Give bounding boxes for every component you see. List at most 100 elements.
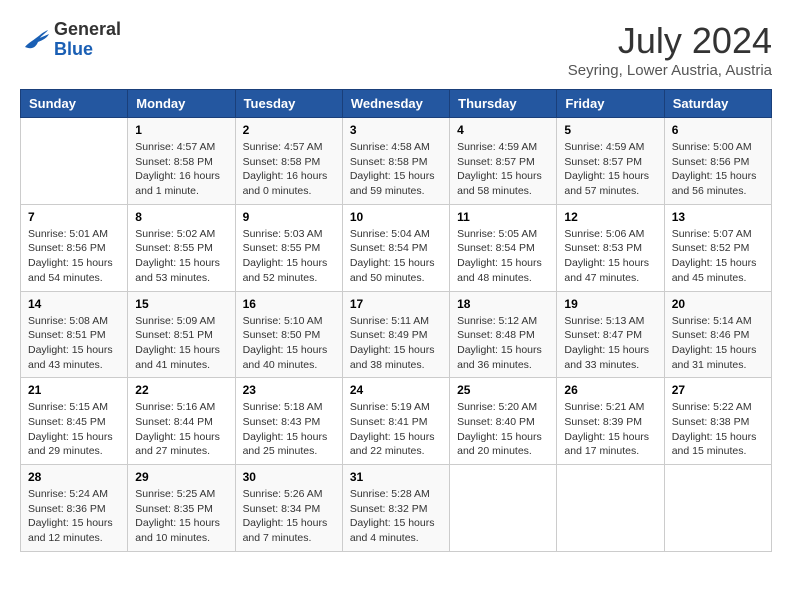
- day-number: 29: [135, 470, 227, 484]
- calendar-cell: 10Sunrise: 5:04 AM Sunset: 8:54 PM Dayli…: [342, 204, 449, 291]
- calendar-week-row: 14 Sunrise: 5:08 AM Sunset: 8:51 PM Dayli…: [21, 291, 772, 378]
- day-number: 11: [457, 210, 549, 224]
- calendar-cell: [664, 465, 771, 552]
- day-info: Sunrise: 5:12 AM Sunset: 8:48 PM Dayligh…: [457, 314, 549, 373]
- day-number: 21: [28, 383, 120, 397]
- day-info: Sunrise: 5:03 AM Sunset: 8:55 PM Dayligh…: [243, 227, 335, 286]
- day-info: Sunrise: 4:59 AM Sunset: 8:57 PM Dayligh…: [457, 140, 549, 199]
- day-number: 1: [135, 123, 227, 137]
- day-number: 24: [350, 383, 442, 397]
- day-info: Sunrise: 5:14 AM Sunset: 8:46 PM Dayligh…: [672, 314, 764, 373]
- day-number: 30: [243, 470, 335, 484]
- logo-general-text: General: [54, 20, 121, 40]
- calendar-cell: 19 Sunrise: 5:13 AM Sunset: 8:47 PM Dayli…: [557, 291, 664, 378]
- day-info: Sunrise: 5:21 AM Sunset: 8:39 PM Dayligh…: [564, 400, 656, 459]
- calendar-cell: 26 Sunrise: 5:21 AM Sunset: 8:39 PM Dayli…: [557, 378, 664, 465]
- day-number: 16: [243, 297, 335, 311]
- column-header-wednesday: Wednesday: [342, 90, 449, 118]
- calendar-cell: 2 Sunrise: 4:57 AM Sunset: 8:58 PM Daylig…: [235, 118, 342, 205]
- day-info: Sunrise: 5:28 AM Sunset: 8:32 PM Dayligh…: [350, 487, 442, 546]
- calendar-body: 1 Sunrise: 4:57 AM Sunset: 8:58 PM Daylig…: [21, 118, 772, 552]
- calendar-cell: 24 Sunrise: 5:19 AM Sunset: 8:41 PM Dayli…: [342, 378, 449, 465]
- calendar-cell: 23 Sunrise: 5:18 AM Sunset: 8:43 PM Dayli…: [235, 378, 342, 465]
- day-info: Sunrise: 4:59 AM Sunset: 8:57 PM Dayligh…: [564, 140, 656, 199]
- day-info: Sunrise: 5:18 AM Sunset: 8:43 PM Dayligh…: [243, 400, 335, 459]
- calendar-cell: 4 Sunrise: 4:59 AM Sunset: 8:57 PM Daylig…: [450, 118, 557, 205]
- day-number: 3: [350, 123, 442, 137]
- calendar-cell: 14 Sunrise: 5:08 AM Sunset: 8:51 PM Dayli…: [21, 291, 128, 378]
- calendar-cell: 30Sunrise: 5:26 AM Sunset: 8:34 PM Dayli…: [235, 465, 342, 552]
- calendar-cell: 29 Sunrise: 5:25 AM Sunset: 8:35 PM Dayli…: [128, 465, 235, 552]
- day-number: 26: [564, 383, 656, 397]
- calendar-cell: 25Sunrise: 5:20 AM Sunset: 8:40 PM Dayli…: [450, 378, 557, 465]
- calendar-cell: 11Sunrise: 5:05 AM Sunset: 8:54 PM Dayli…: [450, 204, 557, 291]
- day-number: 28: [28, 470, 120, 484]
- day-number: 6: [672, 123, 764, 137]
- day-number: 20: [672, 297, 764, 311]
- calendar-cell: [557, 465, 664, 552]
- calendar-cell: [21, 118, 128, 205]
- calendar-cell: 20 Sunrise: 5:14 AM Sunset: 8:46 PM Dayli…: [664, 291, 771, 378]
- day-info: Sunrise: 5:09 AM Sunset: 8:51 PM Dayligh…: [135, 314, 227, 373]
- day-info: Sunrise: 4:57 AM Sunset: 8:58 PM Dayligh…: [135, 140, 227, 199]
- calendar-cell: 16 Sunrise: 5:10 AM Sunset: 8:50 PM Dayli…: [235, 291, 342, 378]
- column-header-sunday: Sunday: [21, 90, 128, 118]
- day-number: 5: [564, 123, 656, 137]
- day-info: Sunrise: 5:10 AM Sunset: 8:50 PM Dayligh…: [243, 314, 335, 373]
- day-info: Sunrise: 4:57 AM Sunset: 8:58 PM Dayligh…: [243, 140, 335, 199]
- calendar-cell: 7 Sunrise: 5:01 AM Sunset: 8:56 PM Daylig…: [21, 204, 128, 291]
- page-header: General Blue July 2024 Seyring, Lower Au…: [20, 20, 772, 79]
- day-number: 13: [672, 210, 764, 224]
- month-year-heading: July 2024: [568, 20, 772, 62]
- day-number: 9: [243, 210, 335, 224]
- calendar-cell: 28Sunrise: 5:24 AM Sunset: 8:36 PM Dayli…: [21, 465, 128, 552]
- day-info: Sunrise: 5:06 AM Sunset: 8:53 PM Dayligh…: [564, 227, 656, 286]
- day-number: 15: [135, 297, 227, 311]
- day-number: 17: [350, 297, 442, 311]
- day-info: Sunrise: 5:01 AM Sunset: 8:56 PM Dayligh…: [28, 227, 120, 286]
- day-number: 19: [564, 297, 656, 311]
- day-info: Sunrise: 5:19 AM Sunset: 8:41 PM Dayligh…: [350, 400, 442, 459]
- calendar-cell: 18 Sunrise: 5:12 AM Sunset: 8:48 PM Dayli…: [450, 291, 557, 378]
- calendar-week-row: 1 Sunrise: 4:57 AM Sunset: 8:58 PM Daylig…: [21, 118, 772, 205]
- calendar-cell: 15 Sunrise: 5:09 AM Sunset: 8:51 PM Dayli…: [128, 291, 235, 378]
- calendar-cell: 9 Sunrise: 5:03 AM Sunset: 8:55 PM Daylig…: [235, 204, 342, 291]
- day-info: Sunrise: 5:15 AM Sunset: 8:45 PM Dayligh…: [28, 400, 120, 459]
- day-number: 7: [28, 210, 120, 224]
- day-info: Sunrise: 5:20 AM Sunset: 8:40 PM Dayligh…: [457, 400, 549, 459]
- day-number: 2: [243, 123, 335, 137]
- calendar-cell: 8Sunrise: 5:02 AM Sunset: 8:55 PM Daylig…: [128, 204, 235, 291]
- day-number: 22: [135, 383, 227, 397]
- calendar-cell: 5 Sunrise: 4:59 AM Sunset: 8:57 PM Daylig…: [557, 118, 664, 205]
- calendar-cell: 12Sunrise: 5:06 AM Sunset: 8:53 PM Dayli…: [557, 204, 664, 291]
- calendar-cell: 22 Sunrise: 5:16 AM Sunset: 8:44 PM Dayli…: [128, 378, 235, 465]
- day-info: Sunrise: 5:08 AM Sunset: 8:51 PM Dayligh…: [28, 314, 120, 373]
- day-info: Sunrise: 5:02 AM Sunset: 8:55 PM Dayligh…: [135, 227, 227, 286]
- calendar-cell: 13Sunrise: 5:07 AM Sunset: 8:52 PM Dayli…: [664, 204, 771, 291]
- location-text: Seyring, Lower Austria, Austria: [568, 62, 772, 79]
- calendar-cell: 31 Sunrise: 5:28 AM Sunset: 8:32 PM Dayli…: [342, 465, 449, 552]
- calendar-cell: 1 Sunrise: 4:57 AM Sunset: 8:58 PM Daylig…: [128, 118, 235, 205]
- column-header-monday: Monday: [128, 90, 235, 118]
- calendar-cell: [450, 465, 557, 552]
- day-info: Sunrise: 5:22 AM Sunset: 8:38 PM Dayligh…: [672, 400, 764, 459]
- day-info: Sunrise: 5:13 AM Sunset: 8:47 PM Dayligh…: [564, 314, 656, 373]
- day-number: 18: [457, 297, 549, 311]
- day-info: Sunrise: 5:16 AM Sunset: 8:44 PM Dayligh…: [135, 400, 227, 459]
- day-info: Sunrise: 5:00 AM Sunset: 8:56 PM Dayligh…: [672, 140, 764, 199]
- calendar-cell: 6 Sunrise: 5:00 AM Sunset: 8:56 PM Daylig…: [664, 118, 771, 205]
- logo-blue-text: Blue: [54, 40, 121, 60]
- calendar-cell: 21 Sunrise: 5:15 AM Sunset: 8:45 PM Dayli…: [21, 378, 128, 465]
- calendar-table: SundayMondayTuesdayWednesdayThursdayFrid…: [20, 89, 772, 552]
- logo-text: General Blue: [54, 20, 121, 60]
- header-row: SundayMondayTuesdayWednesdayThursdayFrid…: [21, 90, 772, 118]
- day-info: Sunrise: 5:25 AM Sunset: 8:35 PM Dayligh…: [135, 487, 227, 546]
- day-number: 23: [243, 383, 335, 397]
- day-number: 4: [457, 123, 549, 137]
- logo-bird-icon: [20, 25, 50, 55]
- calendar-week-row: 28Sunrise: 5:24 AM Sunset: 8:36 PM Dayli…: [21, 465, 772, 552]
- logo: General Blue: [20, 20, 121, 60]
- day-number: 31: [350, 470, 442, 484]
- column-header-saturday: Saturday: [664, 90, 771, 118]
- day-number: 14: [28, 297, 120, 311]
